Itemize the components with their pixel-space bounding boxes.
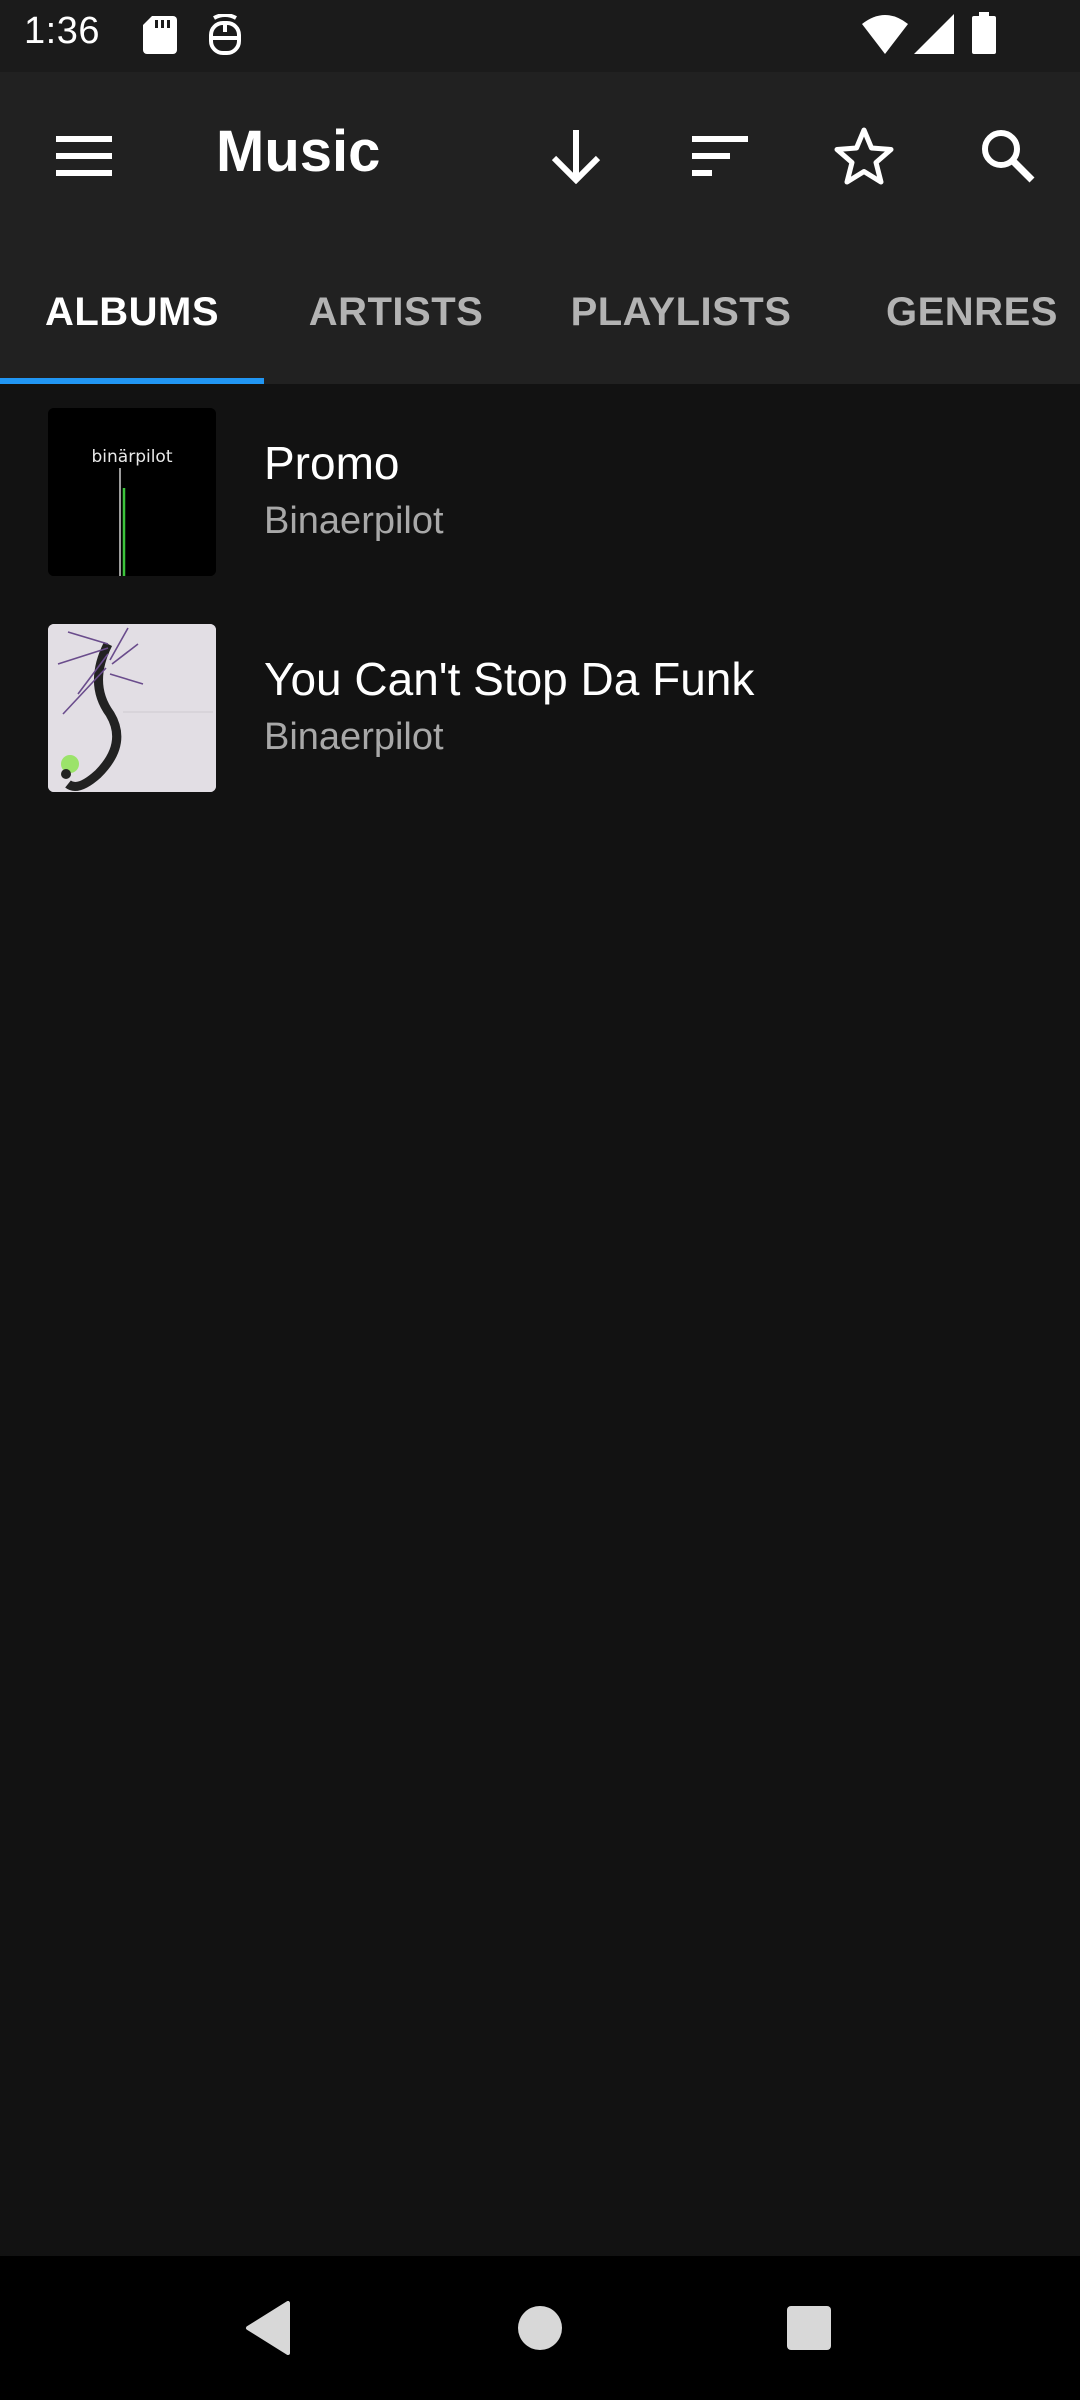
search-button[interactable] — [960, 108, 1056, 204]
tab-albums[interactable]: ALBUMS — [0, 240, 264, 384]
cover-logo-text: binärpilot — [92, 447, 173, 467]
download-button[interactable] — [528, 108, 624, 204]
back-button[interactable] — [232, 2292, 304, 2364]
favorites-button[interactable] — [816, 108, 912, 204]
recents-icon — [787, 2306, 831, 2350]
star-icon — [834, 127, 894, 185]
menu-button[interactable] — [36, 108, 132, 204]
sd-card-icon — [143, 16, 177, 54]
tab-playlists[interactable]: PLAYLISTS — [528, 240, 834, 384]
album-title: Promo — [264, 437, 400, 489]
album-artist: Binaerpilot — [264, 716, 444, 758]
music-app-screen: 1:36 Music ALBUMS ARTISTS PLAYLISTS GENR… — [0, 0, 1080, 2400]
status-time: 1:36 — [24, 10, 100, 52]
recents-button[interactable] — [773, 2292, 845, 2364]
menu-icon — [56, 136, 112, 176]
back-icon — [246, 2301, 290, 2355]
album-cover-art — [48, 624, 216, 792]
system-nav-bar — [0, 2256, 1080, 2400]
sort-button[interactable] — [672, 108, 768, 204]
search-icon — [982, 130, 1035, 183]
cell-signal-icon — [914, 14, 954, 54]
status-bar: 1:36 — [0, 0, 1080, 72]
home-icon — [518, 2306, 562, 2350]
album-list: binärpilot Promo Binaerpilot You Can't S… — [0, 384, 1080, 816]
album-artist: Binaerpilot — [264, 500, 444, 542]
app-bar: Music ALBUMS ARTISTS PLAYLISTS GENRES — [0, 72, 1080, 384]
album-cover-image: binärpilot — [48, 408, 216, 576]
home-button[interactable] — [504, 2292, 576, 2364]
battery-icon — [972, 12, 996, 54]
album-title: You Can't Stop Da Funk — [264, 653, 755, 705]
tab-bar: ALBUMS ARTISTS PLAYLISTS GENRES — [0, 240, 1080, 384]
notification-app-icon — [209, 14, 241, 55]
tab-artists[interactable]: ARTISTS — [264, 240, 528, 384]
list-item[interactable]: binärpilot Promo Binaerpilot — [0, 384, 1080, 600]
page-title: Music — [216, 119, 381, 184]
album-cover-image — [48, 624, 216, 792]
list-item[interactable]: You Can't Stop Da Funk Binaerpilot — [0, 600, 1080, 816]
download-icon — [551, 130, 601, 184]
album-cover-art: binärpilot — [48, 408, 216, 576]
tab-genres[interactable]: GENRES — [834, 240, 1080, 384]
wifi-icon — [862, 15, 908, 54]
sort-icon — [692, 136, 748, 176]
